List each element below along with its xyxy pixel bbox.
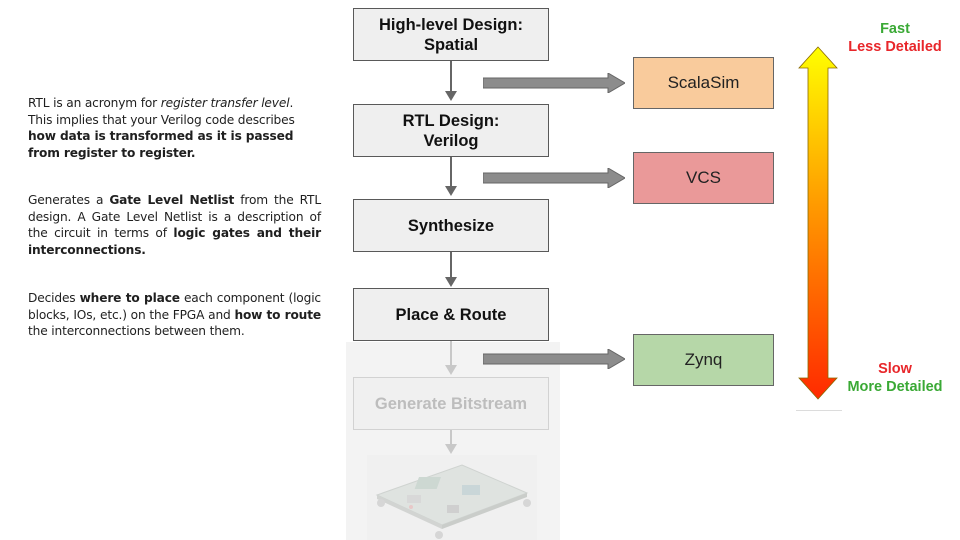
- target-vcs: VCS: [633, 152, 774, 204]
- step-high-level-design: High-level Design: Spatial: [353, 8, 549, 61]
- description-text-italic: register transfer level: [160, 96, 290, 110]
- flow-connector: [450, 430, 452, 444]
- arrow-down-icon: [445, 365, 457, 375]
- description-text-normal: the interconnections between them.: [28, 324, 245, 338]
- target-zynq: Zynq: [633, 334, 774, 386]
- step-label: RTL Design:: [402, 111, 500, 130]
- description-text-normal: Generates a: [28, 193, 110, 207]
- target-label: Zynq: [684, 350, 723, 369]
- description-text-bold: how to route: [234, 307, 321, 322]
- description-text-bold: where to place: [79, 291, 180, 305]
- arrow-down-icon: [445, 444, 457, 454]
- arrow-down-icon: [445, 277, 457, 287]
- target-label: ScalaSim: [667, 73, 740, 92]
- synthesize-description: Generates a Gate Level Netlist from the …: [28, 192, 321, 258]
- less-detailed-label: Less Detailed: [848, 39, 942, 55]
- step-label: Synthesize: [407, 216, 495, 235]
- arrow-right-icon: [483, 168, 625, 188]
- target-label: VCS: [686, 168, 721, 187]
- flow-connector: [450, 252, 452, 277]
- step-synthesize: Synthesize: [353, 199, 549, 252]
- speed-label-top: Fast Less Detailed: [825, 20, 960, 56]
- arrow-right-icon: [483, 349, 625, 369]
- description-text-bold: how data is transformed as it is passed …: [28, 129, 294, 160]
- arrow-down-icon: [445, 186, 457, 196]
- step-sublabel: Verilog: [423, 131, 479, 150]
- step-sublabel: Spatial: [423, 35, 479, 54]
- rtl-description: RTL is an acronym for register transfer …: [28, 95, 321, 161]
- slow-label: Slow: [878, 361, 912, 377]
- description-text-normal: RTL is an acronym for: [28, 96, 161, 110]
- flow-connector: [450, 157, 452, 186]
- more-detailed-label: More Detailed: [847, 379, 943, 395]
- arrow-down-icon: [445, 91, 457, 101]
- step-generate-bitstream: Generate Bitstream: [353, 377, 549, 430]
- flow-connector: [450, 61, 452, 91]
- fpga-board-image: [367, 455, 537, 540]
- step-rtl-design: RTL Design: Verilog: [353, 104, 549, 157]
- description-text-bold: Gate Level Netlist: [109, 193, 235, 207]
- place-route-description: Decides where to place each component (l…: [28, 290, 321, 340]
- step-label: High-level Design:: [379, 15, 523, 34]
- fast-label: Fast: [880, 21, 910, 37]
- speed-detail-double-arrow-icon: [798, 46, 838, 400]
- arrow-right-icon: [483, 73, 625, 93]
- step-place-route: Place & Route: [353, 288, 549, 341]
- flow-connector: [450, 341, 452, 365]
- description-text-normal: Decides: [28, 291, 80, 305]
- step-label: Place & Route: [395, 305, 507, 324]
- divider: [796, 410, 842, 411]
- speed-label-bottom: Slow More Detailed: [825, 360, 960, 396]
- step-label: Generate Bitstream: [374, 394, 528, 413]
- target-scalasim: ScalaSim: [633, 57, 774, 109]
